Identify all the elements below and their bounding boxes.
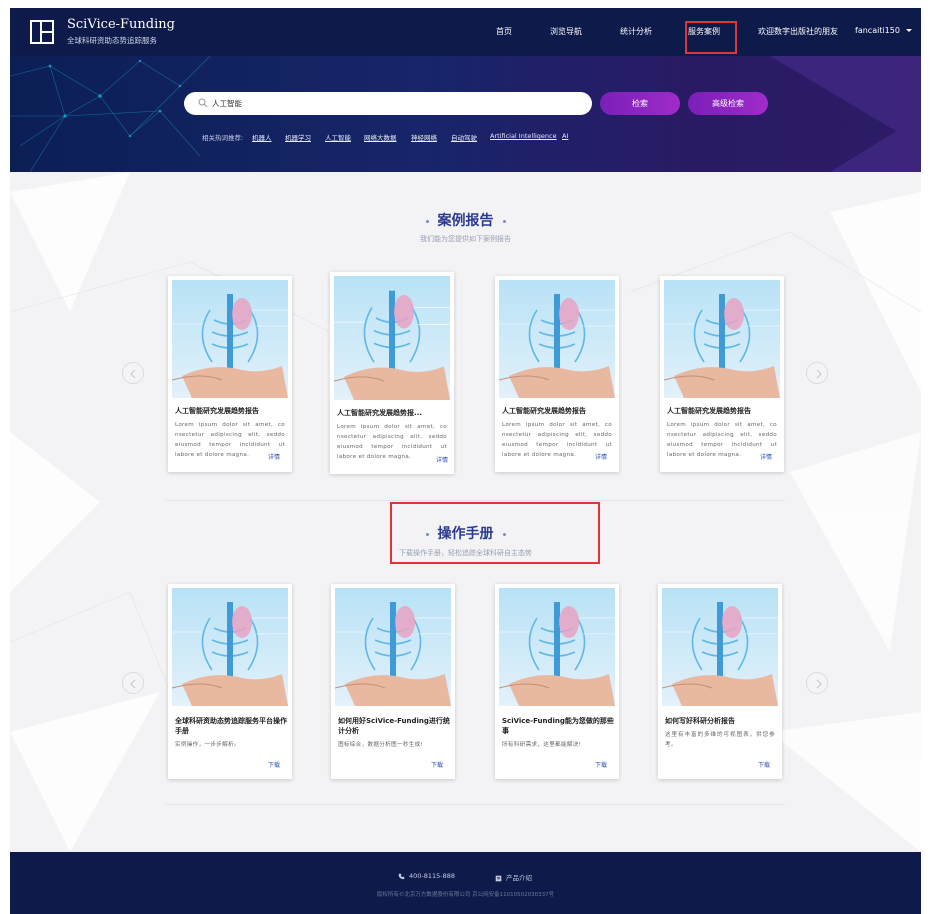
case-card[interactable]: 人工智能研究发展趋势报告 Lorem ipsum dolor sit amet,… [168,276,292,472]
cases-section-subtitle: 我们能为您提供如下案例报告 [420,235,511,243]
card-description: 实例操作，一步步解析。 [175,742,240,748]
card-thumbnail [335,588,451,706]
chevron-left-icon [130,679,136,689]
manuals-highlight-box [390,502,600,564]
app-window: SciVice-Funding 全球科研资助态势追踪服务 首页 浏览导航 统计分… [10,8,921,914]
manuals-prev-arrow[interactable] [122,672,144,694]
case-card[interactable]: 人工智能研究发展趋势报告 Lorem ipsum dolor sit amet,… [660,276,784,472]
hot-words-label: 相关热词推荐: [202,134,244,142]
card-download-link[interactable]: 下载 [758,760,770,769]
footer-product-intro-link[interactable]: 产品介绍 [495,872,532,882]
nav-welcome[interactable]: 欢迎数字出版社的朋友 [758,26,838,37]
case-card[interactable]: 人工智能研究发展趋势报... Lorem ipsum dolor sit ame… [330,272,454,474]
active-nav-highlight [685,21,737,54]
manual-card[interactable]: SciVice-Funding能为您做的那些事 所有科研需求，这里都能解决! 下… [495,584,619,779]
logo-icon[interactable] [30,20,54,44]
brand-title[interactable]: SciVice-Funding [67,17,175,32]
brand-subtitle: 全球科研资助态势追踪服务 [67,36,157,45]
manual-card[interactable]: 全球科研资助态势追踪服务平台操作手册 实例操作，一步步解析。 下载 [168,584,292,779]
cases-next-arrow[interactable] [806,362,828,384]
card-thumbnail [172,588,288,706]
card-download-link[interactable]: 下载 [595,760,607,769]
search-input[interactable] [212,95,582,112]
card-description: 所有科研需求，这里都能解决! [502,742,582,748]
card-title: 人工智能研究发展趋势报告 [667,407,751,415]
top-navbar: SciVice-Funding 全球科研资助态势追踪服务 首页 浏览导航 统计分… [10,8,921,56]
main-content: 案例报告 我们能为您提供如下案例报告 人工智能研究发展趋势报告 Lorem ip… [10,172,921,852]
search-banner: 检索 高级检索 相关热词推荐: 机器人 机器学习 人工智能 网络大数据 神经网络… [10,56,921,172]
advanced-search-button[interactable]: 高级检索 [688,92,768,115]
card-thumbnail [172,280,288,398]
manual-card[interactable]: 如何用好SciVice-Funding进行统计分析 图标综合，数据分析图一秒生成… [331,584,455,779]
chevron-right-icon [816,369,822,379]
search-bar [184,92,592,115]
section-divider [165,500,785,501]
hot-word-link[interactable]: 机器人 [252,132,272,142]
card-thumbnail [662,588,778,706]
user-name: fancaiti150 [855,26,900,35]
hot-word-link[interactable]: 人工智能 [325,132,351,142]
hot-word-link[interactable]: 神经网络 [411,132,437,142]
hot-word-link[interactable]: 机器学习 [285,132,311,142]
card-thumbnail [499,588,615,706]
chevron-right-icon [816,679,822,689]
chevron-left-icon [130,369,136,379]
card-title: 人工智能研究发展趋势报告 [502,407,586,415]
document-icon [495,875,502,881]
chevron-down-icon [905,29,912,32]
card-description: 这里有丰富的多维的可视图表，供您参考。 [665,732,775,748]
cases-section-title: 案例报告 [10,210,921,230]
hot-word-link[interactable]: 自动驾驶 [451,132,477,142]
card-detail-link[interactable]: 详情 [436,455,448,464]
page-footer: 400-8115-888 产品介绍 版权所有©北京万方数据股份有限公司 京公网安… [10,852,921,914]
hot-word-link[interactable]: 网络大数据 [364,132,397,142]
manual-card[interactable]: 如何写好科研分析报告 这里有丰富的多维的可视图表，供您参考。 下载 [658,584,782,779]
footer-copyright: 版权所有©北京万方数据股份有限公司 京公网安备11010502030337号 [376,892,555,898]
card-description: 图标综合，数据分析图一秒生成! [338,742,424,748]
card-thumbnail [499,280,615,398]
card-thumbnail [664,280,780,398]
nav-home[interactable]: 首页 [496,26,512,37]
card-title: 如何用好SciVice-Funding进行统计分析 [338,717,450,735]
hot-word-link[interactable]: Artificial Intelligence [490,132,557,140]
user-menu[interactable]: fancaiti150 [855,26,912,35]
card-detail-link[interactable]: 详情 [595,452,607,461]
search-button[interactable]: 检索 [600,92,680,115]
phone-icon [398,873,405,879]
search-icon [198,98,208,108]
card-title: 全球科研资助态势追踪服务平台操作手册 [175,717,287,735]
card-download-link[interactable]: 下载 [431,760,443,769]
card-detail-link[interactable]: 详情 [760,452,772,461]
nav-statistics[interactable]: 统计分析 [620,26,652,37]
card-title: 人工智能研究发展趋势报... [337,409,422,417]
card-thumbnail [334,276,450,400]
manuals-next-arrow[interactable] [806,672,828,694]
card-detail-link[interactable]: 详情 [268,452,280,461]
footer-phone: 400-8115-888 [398,872,455,880]
cases-prev-arrow[interactable] [122,362,144,384]
case-card[interactable]: 人工智能研究发展趋势报告 Lorem ipsum dolor sit amet,… [495,276,619,472]
hot-word-link[interactable]: AI [562,132,568,140]
card-title: SciVice-Funding能为您做的那些事 [502,717,614,735]
nav-browse[interactable]: 浏览导航 [550,26,582,37]
section-divider [165,804,785,805]
card-description: Lorem ipsum dolor sit amet, co nsectetur… [337,424,447,460]
card-download-link[interactable]: 下载 [268,760,280,769]
card-title: 如何写好科研分析报告 [665,717,735,725]
card-title: 人工智能研究发展趋势报告 [175,407,259,415]
